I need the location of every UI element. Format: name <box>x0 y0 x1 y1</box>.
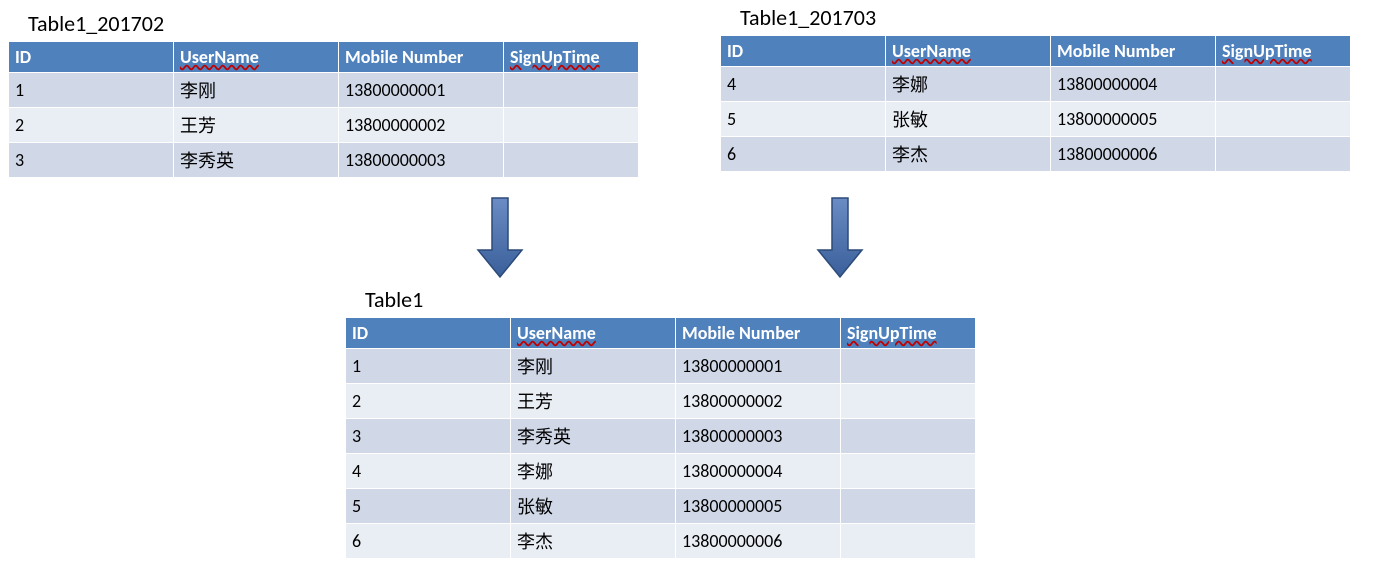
cell-user: 王芳 <box>174 108 339 143</box>
cell-signup <box>841 349 976 384</box>
cell-user: 李秀英 <box>511 419 676 454</box>
table-row: 4 李娜 13800000004 <box>721 67 1351 102</box>
cell-id: 3 <box>346 419 511 454</box>
cell-signup <box>1216 137 1351 172</box>
table-row: 1 李刚 13800000001 <box>346 349 976 384</box>
table-201702-grid: ID UserName Mobile Number SignUpTime 1 李… <box>8 41 639 178</box>
cell-mobile: 13800000003 <box>676 419 841 454</box>
table-header-row: ID UserName Mobile Number SignUpTime <box>346 318 976 349</box>
cell-signup <box>504 143 639 178</box>
header-mobile: Mobile Number <box>1051 36 1216 67</box>
header-mobile: Mobile Number <box>676 318 841 349</box>
cell-mobile: 13800000002 <box>676 384 841 419</box>
table-row: 5 张敏 13800000005 <box>721 102 1351 137</box>
table-201703: Table1_201703 ID UserName Mobile Number … <box>720 4 1351 172</box>
table-row: 3 李秀英 13800000003 <box>346 419 976 454</box>
cell-mobile: 13800000004 <box>1051 67 1216 102</box>
table-201703-grid: ID UserName Mobile Number SignUpTime 4 李… <box>720 35 1351 172</box>
cell-signup <box>841 524 976 559</box>
arrow-right-icon <box>815 195 865 280</box>
cell-user: 王芳 <box>511 384 676 419</box>
cell-signup <box>504 73 639 108</box>
cell-user: 李杰 <box>886 137 1051 172</box>
table-201703-title: Table1_201703 <box>720 4 1351 31</box>
header-id: ID <box>721 36 886 67</box>
cell-user: 李刚 <box>511 349 676 384</box>
table-row: 6 李杰 13800000006 <box>346 524 976 559</box>
cell-mobile: 13800000006 <box>1051 137 1216 172</box>
cell-signup <box>841 454 976 489</box>
table-merged: Table1 ID UserName Mobile Number SignUpT… <box>345 286 976 559</box>
cell-user: 李秀英 <box>174 143 339 178</box>
cell-mobile: 13800000002 <box>339 108 504 143</box>
header-username: UserName <box>174 42 339 73</box>
table-row: 1 李刚 13800000001 <box>9 73 639 108</box>
cell-id: 2 <box>9 108 174 143</box>
cell-signup <box>504 108 639 143</box>
cell-id: 4 <box>346 454 511 489</box>
table-row: 4 李娜 13800000004 <box>346 454 976 489</box>
header-signup: SignUpTime <box>1216 36 1351 67</box>
cell-signup <box>841 419 976 454</box>
header-username: UserName <box>511 318 676 349</box>
cell-id: 4 <box>721 67 886 102</box>
table-merged-grid: ID UserName Mobile Number SignUpTime 1 李… <box>345 317 976 559</box>
header-signup: SignUpTime <box>841 318 976 349</box>
header-signup: SignUpTime <box>504 42 639 73</box>
cell-mobile: 13800000005 <box>1051 102 1216 137</box>
cell-id: 1 <box>346 349 511 384</box>
cell-id: 1 <box>9 73 174 108</box>
arrow-left-icon <box>475 195 525 280</box>
table-merged-title: Table1 <box>345 286 976 313</box>
cell-user: 李刚 <box>174 73 339 108</box>
table-201702-title: Table1_201702 <box>8 10 639 37</box>
cell-user: 张敏 <box>511 489 676 524</box>
cell-user: 李娜 <box>886 67 1051 102</box>
header-mobile: Mobile Number <box>339 42 504 73</box>
cell-user: 张敏 <box>886 102 1051 137</box>
cell-id: 2 <box>346 384 511 419</box>
cell-id: 5 <box>346 489 511 524</box>
table-header-row: ID UserName Mobile Number SignUpTime <box>721 36 1351 67</box>
header-id: ID <box>9 42 174 73</box>
header-username: UserName <box>886 36 1051 67</box>
cell-mobile: 13800000005 <box>676 489 841 524</box>
table-row: 6 李杰 13800000006 <box>721 137 1351 172</box>
cell-signup <box>1216 67 1351 102</box>
cell-signup <box>841 384 976 419</box>
cell-id: 6 <box>721 137 886 172</box>
cell-id: 3 <box>9 143 174 178</box>
table-201702: Table1_201702 ID UserName Mobile Number … <box>8 10 639 178</box>
cell-user: 李杰 <box>511 524 676 559</box>
cell-signup <box>1216 102 1351 137</box>
cell-user: 李娜 <box>511 454 676 489</box>
table-row: 2 王芳 13800000002 <box>346 384 976 419</box>
cell-mobile: 13800000003 <box>339 143 504 178</box>
table-row: 3 李秀英 13800000003 <box>9 143 639 178</box>
header-id: ID <box>346 318 511 349</box>
cell-mobile: 13800000006 <box>676 524 841 559</box>
table-row: 5 张敏 13800000005 <box>346 489 976 524</box>
table-header-row: ID UserName Mobile Number SignUpTime <box>9 42 639 73</box>
cell-signup <box>841 489 976 524</box>
cell-mobile: 13800000001 <box>339 73 504 108</box>
cell-id: 6 <box>346 524 511 559</box>
cell-id: 5 <box>721 102 886 137</box>
cell-mobile: 13800000001 <box>676 349 841 384</box>
table-row: 2 王芳 13800000002 <box>9 108 639 143</box>
cell-mobile: 13800000004 <box>676 454 841 489</box>
